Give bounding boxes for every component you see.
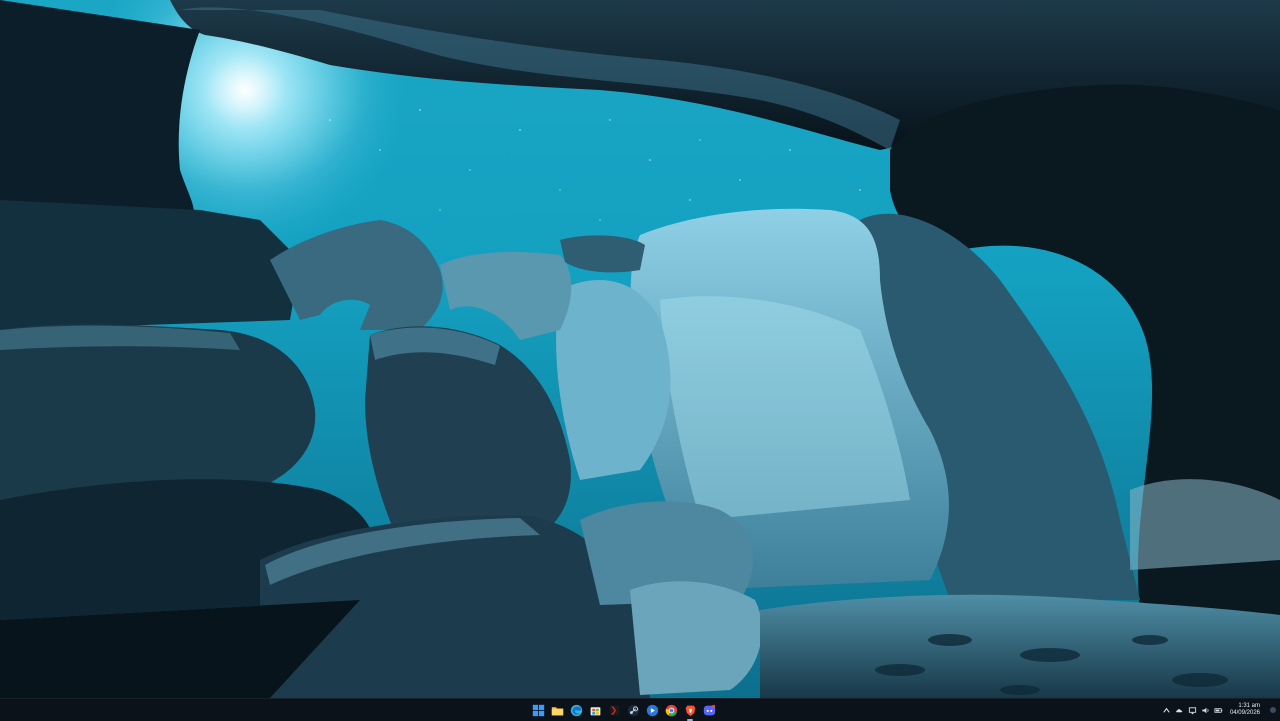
taskbar: 1:31 am 04/09/2026 <box>0 698 1280 721</box>
folder-icon <box>551 706 563 715</box>
system-tray: 1:31 am 04/09/2026 <box>1162 699 1276 721</box>
store-button[interactable] <box>587 702 603 718</box>
windows-icon <box>532 704 544 716</box>
chrome-icon <box>665 704 677 716</box>
chrome-button[interactable] <box>663 702 679 718</box>
start-button[interactable] <box>530 702 546 718</box>
network-icon[interactable] <box>1188 706 1197 715</box>
discord-button[interactable] <box>701 702 717 718</box>
app-blue-button[interactable] <box>644 702 660 718</box>
edge-icon <box>570 704 582 716</box>
discord-icon <box>703 704 715 715</box>
desktop <box>0 0 1280 698</box>
steam-button[interactable] <box>625 702 641 718</box>
volume-icon[interactable] <box>1201 706 1210 715</box>
chevron-up-icon[interactable] <box>1162 706 1171 715</box>
clock-time: 1:31 am <box>1238 703 1260 709</box>
brave-button[interactable] <box>682 702 698 721</box>
taskbar-pinned-apps <box>530 699 717 721</box>
file-explorer-button[interactable] <box>549 702 565 718</box>
edge-button[interactable] <box>568 702 584 718</box>
battery-icon[interactable] <box>1214 706 1223 715</box>
blue-app-icon <box>646 704 658 716</box>
clock-date: 04/09/2026 <box>1229 710 1260 716</box>
app-red-button[interactable] <box>606 702 622 718</box>
cloud-icon[interactable] <box>1175 706 1184 715</box>
red-app-icon <box>609 705 619 715</box>
store-icon <box>590 706 600 715</box>
wallpaper <box>0 0 1280 698</box>
notification-icon[interactable] <box>1270 707 1276 713</box>
brave-icon <box>685 705 695 716</box>
clock[interactable]: 1:31 am 04/09/2026 <box>1230 703 1260 717</box>
steam-icon <box>627 704 639 716</box>
